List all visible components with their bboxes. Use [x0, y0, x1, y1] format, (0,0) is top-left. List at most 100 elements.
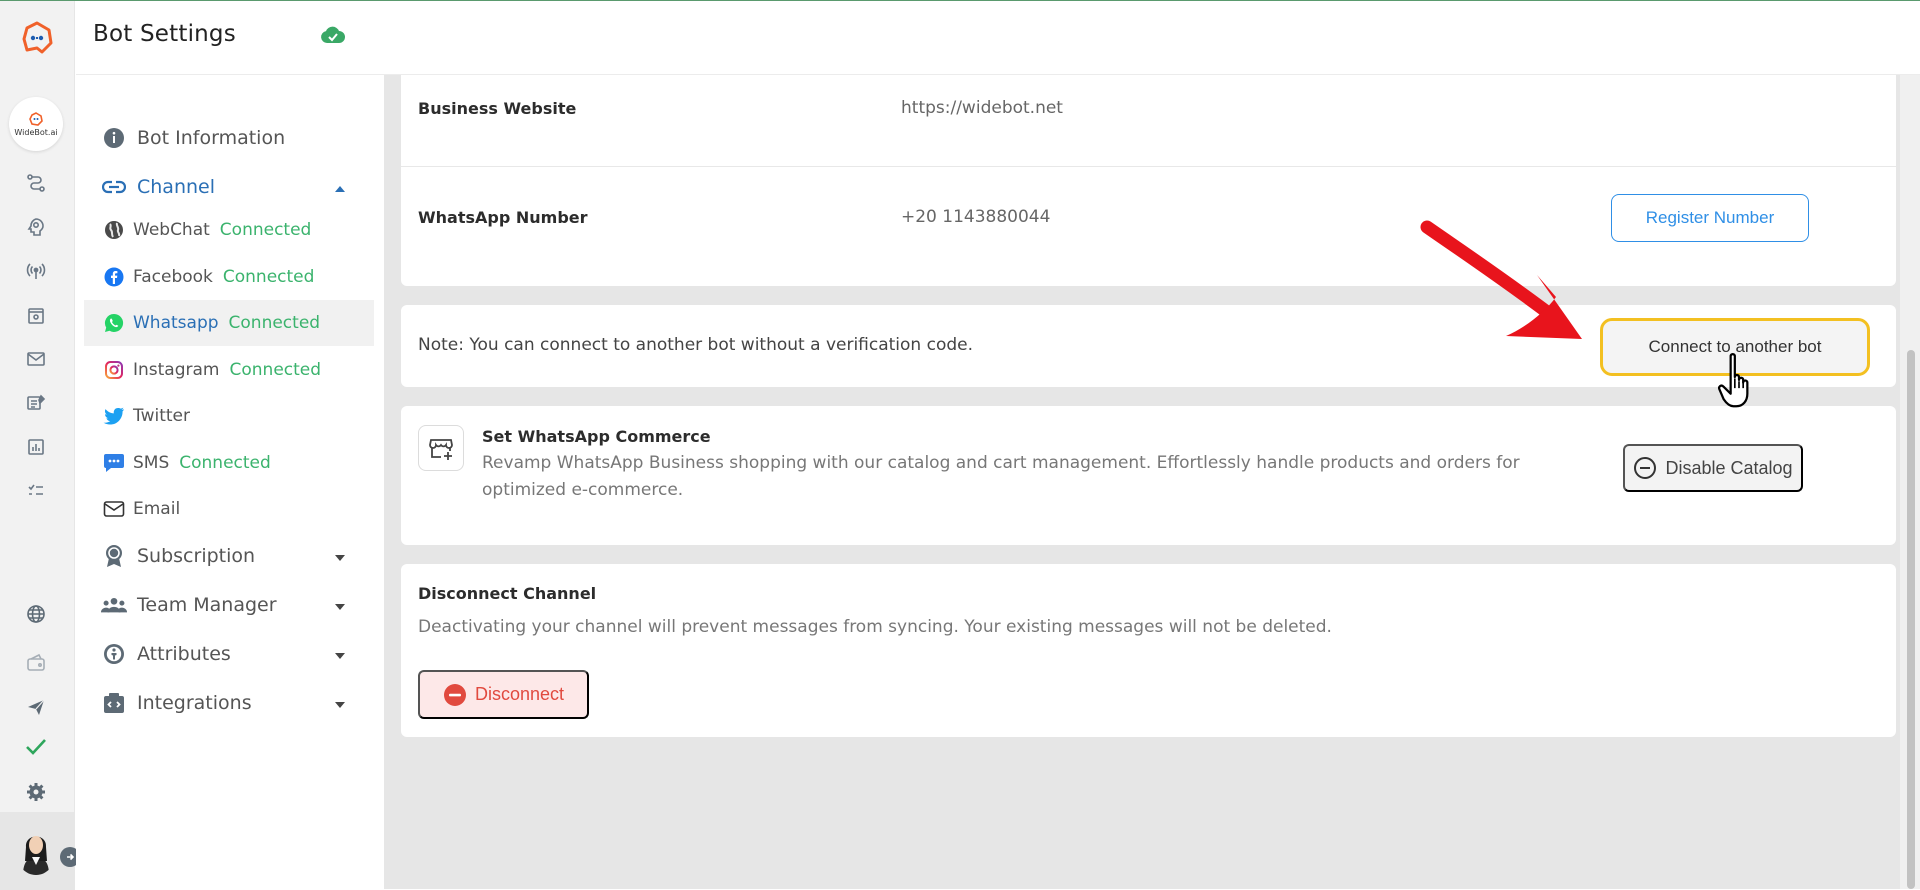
link-icon: [101, 174, 127, 200]
send-icon[interactable]: [24, 695, 48, 719]
broadcast-icon[interactable]: [24, 259, 48, 283]
sidebar-item-facebook[interactable]: Facebook Connected: [76, 260, 374, 294]
inbox-icon[interactable]: [24, 304, 48, 328]
minus-circle-icon: [1634, 457, 1657, 479]
brain-icon[interactable]: [24, 215, 48, 239]
disable-catalog-label: Disable Catalog: [1665, 457, 1793, 478]
channel-status: Connected: [229, 360, 322, 380]
commerce-description-line2: optimized e-commerce.: [482, 480, 684, 500]
commerce-title: Set WhatsApp Commerce: [482, 427, 711, 446]
wallet-icon[interactable]: [24, 651, 48, 675]
mail-icon[interactable]: [24, 347, 48, 371]
commerce-description-line1: Revamp WhatsApp Business shopping with o…: [482, 453, 1520, 473]
analytics-icon[interactable]: [24, 435, 48, 459]
channel-status: Connected: [228, 313, 321, 333]
info-icon: [101, 125, 127, 151]
icon-rail: WideBot.ai: [0, 1, 80, 890]
bot-avatar-label: WideBot.ai: [14, 127, 58, 137]
instagram-icon: [103, 359, 125, 381]
hand-pointer-cursor-icon: [1718, 352, 1749, 408]
whatsapp-icon: [103, 312, 125, 334]
whatsapp-number-label: WhatsApp Number: [418, 208, 588, 227]
channel-label: Twitter: [133, 406, 190, 426]
integrations-icon: [101, 690, 127, 716]
award-icon: [101, 543, 127, 569]
globe-icon[interactable]: [24, 602, 48, 626]
chevron-down-icon[interactable]: [334, 645, 346, 664]
channel-label: Email: [133, 499, 181, 519]
sidebar-item-integrations[interactable]: Integrations: [76, 686, 374, 720]
connect-note-card: Note: You can connect to another bot wit…: [401, 305, 1896, 387]
page-header: Bot Settings: [76, 1, 1920, 75]
twitter-icon: [103, 405, 125, 427]
bot-avatar[interactable]: WideBot.ai: [9, 97, 63, 151]
tasks-icon[interactable]: [24, 479, 48, 503]
sms-icon: [103, 452, 125, 474]
scrollbar-track[interactable]: [1900, 75, 1920, 889]
channel-label: Facebook: [133, 267, 213, 287]
sidebar-item-subscription[interactable]: Subscription: [76, 539, 374, 573]
channel-status: Connected: [179, 453, 271, 473]
user-profile[interactable]: [0, 812, 80, 890]
channel-label: Instagram: [133, 360, 220, 380]
sidebar-item-label: Integrations: [137, 692, 252, 714]
business-website-value: https://widebot.net: [901, 98, 1063, 118]
team-icon: [101, 592, 127, 618]
whatsapp-number-value: +20 1143880044: [901, 207, 1051, 227]
sidebar-item-webchat[interactable]: WebChat Connected: [76, 213, 374, 247]
sidebar-item-attributes[interactable]: Attributes: [76, 637, 374, 671]
disconnect-channel-card: Disconnect Channel Deactivating your cha…: [401, 564, 1896, 737]
store-icon: [418, 425, 464, 471]
sidebar-item-label: Attributes: [137, 643, 231, 665]
sidebar-item-twitter[interactable]: Twitter: [76, 399, 374, 433]
facebook-icon: [103, 266, 125, 288]
channel-label: WebChat: [133, 220, 210, 240]
bot-logo-icon: [29, 111, 43, 126]
whatsapp-info-card: Business Website https://widebot.net Wha…: [401, 75, 1896, 286]
business-website-label: Business Website: [418, 99, 577, 118]
check-icon[interactable]: [24, 735, 48, 759]
register-number-button[interactable]: Register Number: [1611, 194, 1809, 242]
whatsapp-commerce-card: Set WhatsApp Commerce Revamp WhatsApp Bu…: [401, 406, 1896, 545]
channel-status: Connected: [222, 267, 315, 287]
sidebar-item-sms[interactable]: SMS Connected: [76, 446, 374, 480]
sidebar-item-label: Team Manager: [137, 594, 277, 616]
settings-icon[interactable]: [24, 780, 48, 804]
forms-icon[interactable]: [24, 391, 48, 415]
sidebar-item-label: Subscription: [137, 545, 256, 567]
user-avatar[interactable]: [15, 825, 57, 875]
annotation-arrow-icon: [1420, 220, 1582, 339]
minus-circle-icon: [443, 683, 466, 706]
cloud-check-icon: [320, 25, 346, 49]
webchat-globe-icon: [103, 219, 125, 241]
sidebar-item-whatsapp[interactable]: Whatsapp Connected: [84, 300, 374, 346]
sidebar-item-team-manager[interactable]: Team Manager: [76, 588, 374, 622]
disconnect-button[interactable]: Disconnect: [418, 670, 589, 719]
sidebar-item-label: Bot Information: [137, 127, 286, 149]
settings-sidebar: Bot Information Channel WebChat Connecte…: [76, 75, 384, 889]
row-divider: [401, 166, 1896, 167]
sidebar-item-label: Channel: [137, 176, 216, 198]
scrollbar-thumb[interactable]: [1907, 350, 1915, 889]
chevron-up-icon[interactable]: [334, 178, 346, 197]
main-content: Business Website https://widebot.net Wha…: [384, 75, 1920, 889]
flow-icon[interactable]: [24, 171, 48, 195]
chevron-down-icon[interactable]: [334, 694, 346, 713]
disconnect-description: Deactivating your channel will prevent m…: [418, 617, 1332, 637]
disconnect-label: Disconnect: [474, 684, 565, 704]
sidebar-item-bot-information[interactable]: Bot Information: [76, 121, 374, 155]
sidebar-item-instagram[interactable]: Instagram Connected: [76, 353, 374, 387]
chevron-down-icon[interactable]: [334, 547, 346, 566]
page-title: Bot Settings: [93, 21, 236, 47]
sidebar-item-email[interactable]: Email: [76, 492, 374, 526]
channel-label: Whatsapp: [133, 313, 219, 333]
channel-label: SMS: [133, 453, 170, 473]
chevron-down-icon[interactable]: [334, 596, 346, 615]
disable-catalog-button[interactable]: Disable Catalog: [1623, 444, 1803, 492]
widebot-logo-icon[interactable]: [18, 19, 56, 57]
channel-status: Connected: [219, 220, 312, 240]
sidebar-item-channel[interactable]: Channel: [76, 170, 374, 204]
disconnect-title: Disconnect Channel: [418, 584, 597, 603]
connect-note-text: Note: You can connect to another bot wit…: [418, 335, 974, 355]
attributes-icon: [101, 641, 127, 667]
